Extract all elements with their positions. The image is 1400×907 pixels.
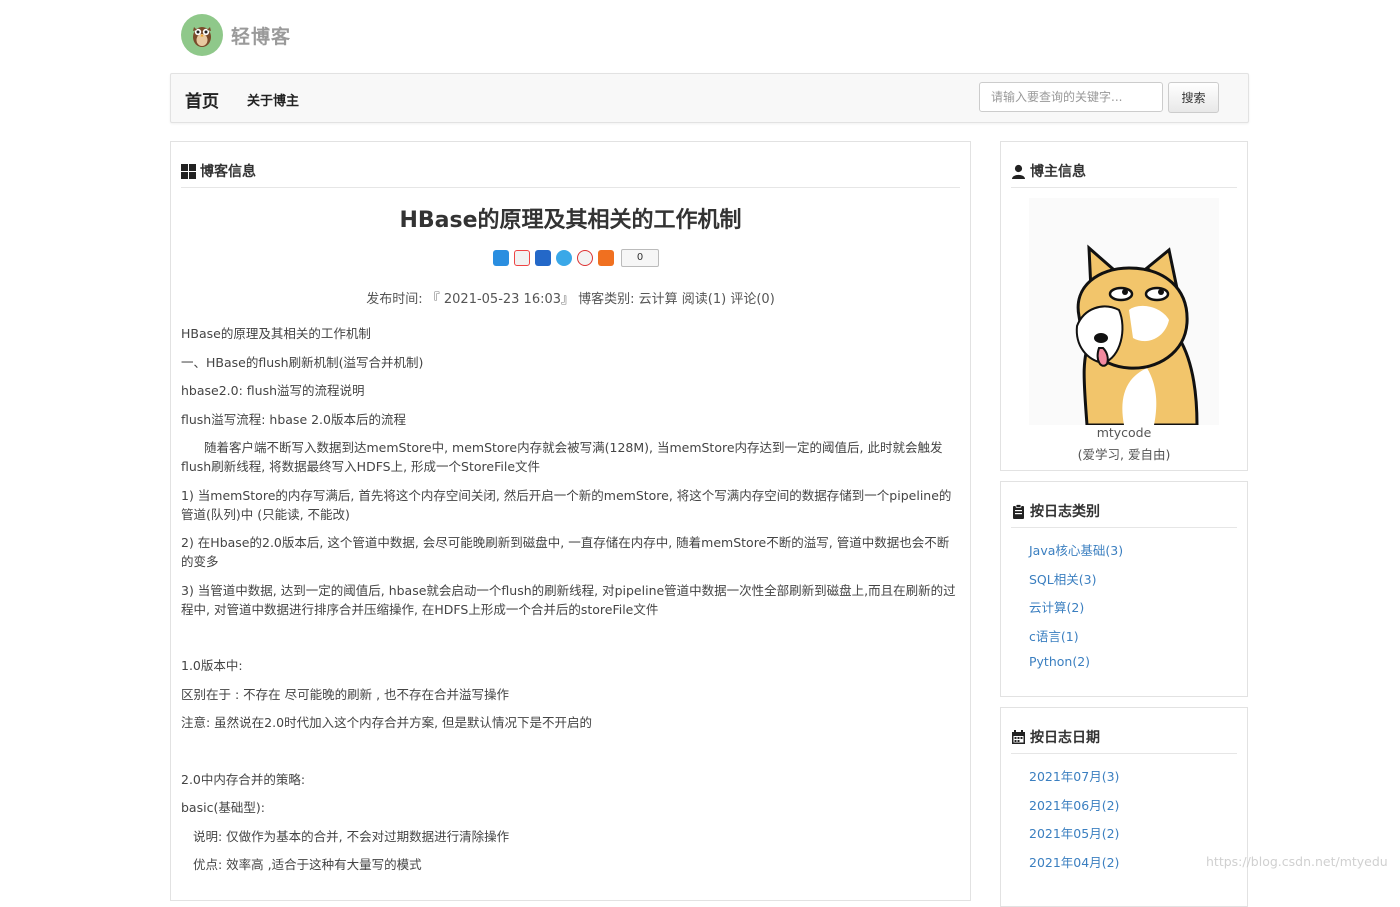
search-input[interactable] — [979, 82, 1163, 112]
shiba-dog-avatar-icon — [1075, 244, 1199, 427]
author-motto: (爱学习, 爱自由) — [1077, 447, 1171, 462]
paragraph: 随着客户端不断写入数据到达memStore中, memStore内存就会被写满(… — [181, 440, 943, 474]
paragraph: 说明: 仅做作为基本的合并, 不会对过期数据进行清除操作 — [193, 828, 510, 844]
category-link[interactable]: Python(2) — [1029, 654, 1123, 683]
avatar — [1029, 198, 1219, 427]
paragraph: 2) 在Hbase的2.0版本后, 这个管道中数据, 会尽可能晚刷新到磁盘中, … — [181, 535, 950, 569]
date-link[interactable]: 2021年04月(2) — [1029, 852, 1119, 881]
paragraph: 优点: 效率高 ,适合于这种有大量写的模式 — [193, 857, 422, 872]
tencent-share-icon[interactable] — [556, 250, 572, 266]
weibo-share-icon[interactable] — [514, 250, 530, 266]
date-list: 2021年07月(3) 2021年06月(2) 2021年05月(2) 2021… — [1029, 766, 1119, 880]
watermark: https://blog.csdn.net/mtyedu — [1206, 854, 1388, 869]
panel-header: 博主信息 — [1011, 155, 1237, 188]
paragraph: basic(基础型): — [181, 800, 265, 815]
paragraph: HBase的原理及其相关的工作机制 — [181, 326, 371, 341]
grid-icon — [181, 163, 196, 179]
category-link[interactable]: SQL相关(3) — [1029, 569, 1123, 598]
paragraph: 一、HBase的flush刷新机制(溢写合并机制) — [181, 354, 424, 370]
site-logo[interactable]: 轻博客 — [181, 14, 291, 56]
date-link[interactable]: 2021年05月(2) — [1029, 823, 1119, 852]
date-archive-panel: 按日志日期 2021年07月(3) 2021年06月(2) 2021年05月(2… — [1000, 707, 1248, 907]
author-info-panel: 博主信息 mtycode (爱学习, 爱自由) — [1000, 141, 1248, 471]
share-bar: 0 — [493, 249, 659, 267]
article-meta: 发布时间: 『 2021-05-23 16:03』 博客类别: 云计算 阅读(1… — [366, 292, 775, 307]
brand-name: 轻博客 — [231, 25, 292, 48]
calendar-icon — [1011, 729, 1026, 745]
date-link[interactable]: 2021年06月(2) — [1029, 795, 1119, 824]
author-name: mtycode — [1096, 425, 1152, 440]
user-icon — [1011, 164, 1026, 179]
category-link[interactable]: c语言(1) — [1029, 626, 1123, 655]
search-button[interactable]: 搜索 — [1168, 82, 1219, 113]
category-list: Java核心基础(3) SQL相关(3) 云计算(2) c语言(1) Pytho… — [1029, 540, 1123, 683]
paragraph: 2.0中内存合并的策略: — [181, 771, 306, 787]
nav-about-link[interactable]: 关于博主 — [247, 90, 299, 109]
panel-header: 按日志类别 — [1011, 495, 1237, 528]
more-share-icon[interactable] — [598, 250, 614, 266]
paragraph: flush溢写流程: hbase 2.0版本后的流程 — [181, 411, 406, 427]
qzone-share-icon[interactable] — [493, 250, 509, 266]
share-count: 0 — [621, 249, 659, 267]
panel-title: 博客信息 — [200, 164, 256, 180]
date-link[interactable]: 2021年07月(3) — [1029, 766, 1119, 795]
clipboard-icon — [1011, 503, 1026, 519]
panel-header: 博客信息 — [181, 155, 960, 188]
top-navbar: 首页 关于博主 搜索 — [170, 73, 1249, 123]
paragraph: 注意: 虽然说在2.0时代加入这个内存合并方案, 但是默认情况下是不开启的 — [181, 715, 593, 730]
category-panel: 按日志类别 Java核心基础(3) SQL相关(3) 云计算(2) c语言(1)… — [1000, 481, 1248, 697]
panel-title: 按日志日期 — [1030, 730, 1100, 746]
renren-share-icon[interactable] — [535, 250, 551, 266]
panel-title: 按日志类别 — [1030, 504, 1100, 520]
paragraph: 区别在于 : 不存在 尽可能晚的刷新 , 也不存在合并溢写操作 — [181, 686, 510, 702]
panel-header: 按日志日期 — [1011, 721, 1237, 754]
category-link[interactable]: 云计算(2) — [1029, 597, 1123, 626]
douban-share-icon[interactable] — [577, 250, 593, 266]
nav-home-link[interactable]: 首页 — [185, 87, 219, 112]
paragraph: 1) 当memStore的内存写满后, 首先将这个内存空间关闭, 然后开启一个新… — [181, 487, 952, 522]
paragraph: 1.0版本中: — [181, 658, 243, 673]
article-content: HBase的原理及其相关的工作机制 一、HBase的flush刷新机制(溢写合并… — [181, 324, 959, 884]
category-link[interactable]: Java核心基础(3) — [1029, 540, 1123, 569]
panel-title: 博主信息 — [1030, 164, 1086, 180]
paragraph: hbase2.0: flush溢写的流程说明 — [181, 383, 365, 398]
article-title: HBase的原理及其相关的工作机制 — [399, 208, 742, 233]
paragraph: 3) 当管道中数据, 达到一定的阈值后, hbase就会启动一个flush的刷新… — [181, 582, 956, 617]
owl-logo-icon — [181, 14, 223, 56]
blog-info-panel: 博客信息 HBase的原理及其相关的工作机制 0 发布时间: 『 2021-05… — [170, 141, 971, 901]
